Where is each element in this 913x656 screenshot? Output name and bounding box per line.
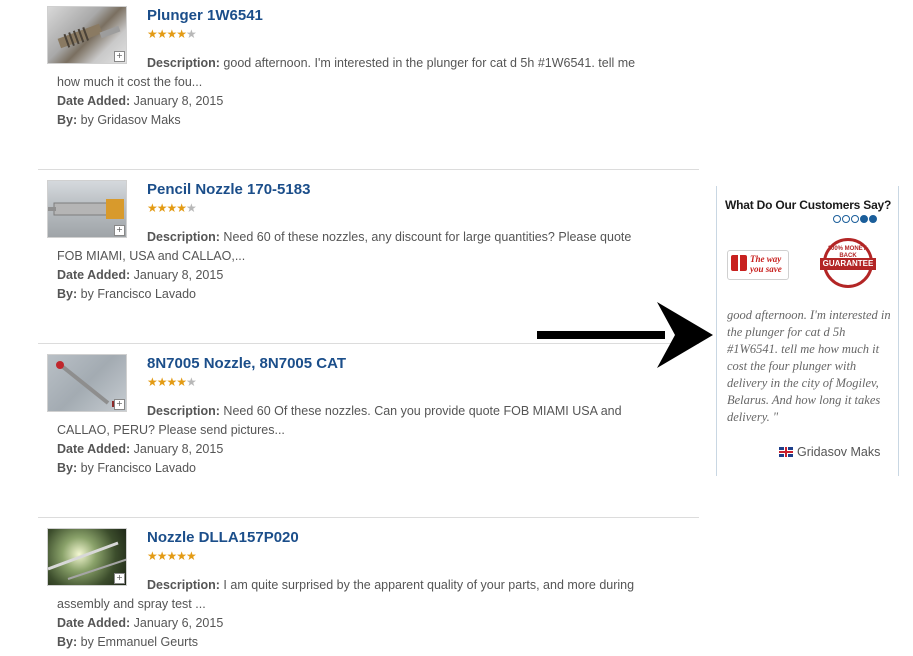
- badge-line: you save: [750, 264, 782, 274]
- date-label: Date Added:: [57, 268, 131, 282]
- the-way-you-save-badge[interactable]: The way you save: [727, 250, 789, 280]
- gift-icon: [731, 255, 747, 271]
- by-value: by Gridasov Maks: [80, 113, 181, 127]
- carousel-dot[interactable]: [842, 215, 850, 223]
- star-rating: ★★★★★: [147, 375, 197, 389]
- testimonial-quote: good afternoon. I'm interested in the pl…: [727, 308, 891, 424]
- review-author: By: by Francisco Lavado: [57, 459, 196, 478]
- review-title[interactable]: 8N7005 Nozzle, 8N7005 CAT: [147, 355, 346, 372]
- review-description: Description: good afternoon. I'm interes…: [57, 54, 647, 92]
- money-back-guarantee-badge[interactable]: 100% MONEY-BACK GUARANTEE: [820, 238, 876, 288]
- description-label: Description:: [147, 230, 220, 244]
- review-date: Date Added: January 8, 2015: [57, 266, 223, 285]
- review-title[interactable]: Nozzle DLLA157P020: [147, 529, 299, 546]
- description-text: Need 60 Of these nozzles. Can you provid…: [57, 404, 622, 437]
- star-icon: ★★★★: [147, 375, 187, 389]
- carousel-dot[interactable]: [851, 215, 859, 223]
- by-value: by Emmanuel Geurts: [80, 635, 199, 649]
- review-description: Description: Need 60 of these nozzles, a…: [57, 228, 647, 266]
- date-value: January 8, 2015: [133, 268, 224, 282]
- badge-text: The way you save: [750, 254, 782, 274]
- review-item: + Nozzle DLLA157P020 ★★★★★ Description: …: [38, 517, 699, 656]
- review-date: Date Added: January 8, 2015: [57, 440, 223, 459]
- star-empty-icon: ★: [186, 375, 197, 389]
- description-label: Description:: [147, 578, 220, 592]
- carousel-dot[interactable]: [833, 215, 841, 223]
- description-text: I am quite surprised by the apparent qua…: [57, 578, 635, 611]
- date-label: Date Added:: [57, 442, 131, 456]
- date-value: January 6, 2015: [133, 616, 224, 630]
- testimonial-panel: What Do Our Customers Say? The way you s…: [716, 186, 899, 476]
- by-value: by Francisco Lavado: [80, 287, 196, 301]
- review-date: Date Added: January 8, 2015: [57, 92, 223, 111]
- review-title[interactable]: Plunger 1W6541: [147, 7, 263, 24]
- review-author: By: by Emmanuel Geurts: [57, 633, 198, 652]
- by-label: By:: [57, 113, 78, 127]
- uk-flag-icon: [779, 447, 793, 457]
- by-label: By:: [57, 287, 78, 301]
- star-rating: ★★★★★: [147, 201, 197, 215]
- date-value: January 8, 2015: [133, 94, 224, 108]
- by-value: by Francisco Lavado: [80, 461, 196, 475]
- star-empty-icon: ★: [186, 27, 197, 41]
- badge-line: The way: [750, 254, 782, 264]
- review-date: Date Added: January 6, 2015: [57, 614, 223, 633]
- by-label: By:: [57, 635, 78, 649]
- author-name: Gridasov Maks: [797, 445, 881, 459]
- review-author: By: by Francisco Lavado: [57, 285, 196, 304]
- review-description: Description: I am quite surprised by the…: [57, 576, 647, 614]
- testimonial-heading: What Do Our Customers Say?: [725, 198, 892, 212]
- review-item: + Plunger 1W6541 ★★★★★ Description: good…: [38, 0, 699, 170]
- review-author: By: by Gridasov Maks: [57, 111, 181, 130]
- testimonial-author: Gridasov Maks: [779, 445, 880, 459]
- description-label: Description:: [147, 56, 220, 70]
- carousel-dot-active[interactable]: [860, 215, 868, 223]
- star-rating: ★★★★★: [147, 549, 197, 563]
- date-label: Date Added:: [57, 94, 131, 108]
- star-empty-icon: ★: [186, 201, 197, 215]
- date-value: January 8, 2015: [133, 442, 224, 456]
- description-text: Need 60 of these nozzles, any discount f…: [57, 230, 632, 263]
- date-label: Date Added:: [57, 616, 131, 630]
- review-description: Description: Need 60 Of these nozzles. C…: [57, 402, 647, 440]
- description-text: good afternoon. I'm interested in the pl…: [57, 56, 636, 89]
- badge-band-text: GUARANTEE: [820, 258, 876, 270]
- carousel-dots: [833, 215, 878, 223]
- star-icon: ★★★★: [147, 27, 187, 41]
- star-rating: ★★★★★: [147, 27, 197, 41]
- pointer-arrow-icon: [537, 302, 713, 368]
- description-label: Description:: [147, 404, 220, 418]
- review-title[interactable]: Pencil Nozzle 170-5183: [147, 181, 310, 198]
- star-icon: ★★★★: [147, 201, 187, 215]
- star-icon: ★★★★★: [147, 549, 197, 563]
- by-label: By:: [57, 461, 78, 475]
- carousel-dot[interactable]: [869, 215, 877, 223]
